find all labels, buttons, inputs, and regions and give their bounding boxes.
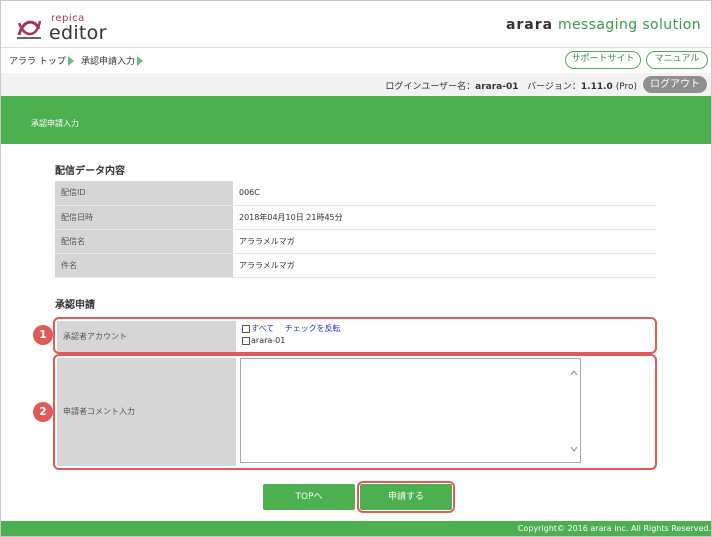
app-window: repica editor arara messaging solution ア… (0, 0, 712, 537)
version-label: バージョン： (527, 82, 581, 92)
login-info-bar: ログインユーザー名：arara-01 バージョン：1.11.0 (Pro) ログ… (1, 73, 711, 96)
brand-bold-text: arara (505, 17, 554, 33)
page-title-band: 承認申請入力 (1, 96, 711, 144)
support-site-button[interactable]: サポートサイト (565, 51, 641, 69)
submit-button[interactable]: 申請する (360, 484, 452, 510)
logout-button[interactable]: ログアウト (643, 76, 707, 93)
breadcrumb-item-top[interactable]: アララ トップ (9, 54, 66, 67)
version-value: 1.11.0 (580, 82, 613, 92)
breadcrumb-arrow-icon (137, 56, 143, 66)
user-label: ログインユーザー名： (385, 82, 476, 92)
callout-badge-1: 1 (33, 325, 53, 345)
logo-big-text: editor (49, 22, 107, 44)
subject-value: アララメルマガ (233, 253, 657, 278)
repica-editor-logo[interactable]: repica editor (13, 11, 123, 44)
page-title: 承認申請入力 (31, 119, 79, 128)
version-suffix: (Pro) (615, 82, 637, 92)
delivery-section-title: 配信データ内容 (55, 166, 125, 177)
manual-button[interactable]: マニュアル (646, 51, 708, 69)
footer-bar: Copyright© 2016 arara inc. All Rights Re… (1, 521, 711, 536)
logo-mark-icon (17, 20, 42, 39)
breadcrumb-arrow-icon (68, 56, 74, 66)
brand-rest-text: messaging solution (557, 17, 701, 33)
table-row: 配信日時 2018年04月10日 21時45分 (55, 205, 657, 230)
copyright-text: Copyright© 2016 arara inc. All Rights Re… (517, 524, 711, 533)
subject-label: 件名 (55, 253, 233, 278)
callout-badge-2: 2 (33, 402, 53, 422)
delivery-table: 配信ID 006C 配信日時 2018年04月10日 21時45分 配信名 アラ… (55, 181, 657, 278)
delivery-id-value: 006C (233, 181, 657, 206)
table-row: 配信名 アララメルマガ (55, 229, 657, 254)
table-row: 配信ID 006C (55, 181, 657, 206)
highlight-box-1 (53, 317, 657, 354)
delivery-date-value: 2018年04月10日 21時45分 (233, 205, 657, 230)
delivery-name-value: アララメルマガ (233, 229, 657, 254)
brand-name: arara messaging solution (506, 17, 701, 33)
delivery-name-label: 配信名 (55, 229, 233, 254)
login-info: ログインユーザー名：arara-01 バージョン：1.11.0 (Pro) (385, 79, 637, 92)
breadcrumb-item-current: 承認申請入力 (81, 57, 136, 67)
approval-section-title: 承認申請 (55, 300, 95, 311)
delivery-id-label: 配信ID (55, 181, 233, 206)
highlight-box-2 (53, 354, 657, 470)
table-row: 件名 アララメルマガ (55, 253, 657, 278)
top-button[interactable]: TOPへ (263, 484, 355, 510)
user-value: arara-01 (475, 82, 519, 92)
delivery-date-label: 配信日時 (55, 205, 233, 230)
